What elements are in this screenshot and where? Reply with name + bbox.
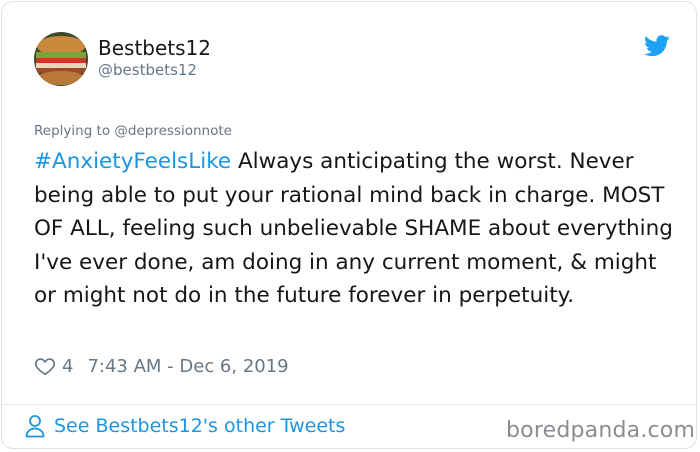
reply-context: Replying to @depressionnote <box>34 123 232 139</box>
like-count: 4 <box>62 355 74 377</box>
user-handle[interactable]: @bestbets12 <box>98 61 197 79</box>
see-more-tweets-link[interactable]: See Bestbets12's other Tweets <box>24 414 345 438</box>
display-name[interactable]: Bestbets12 <box>98 36 211 60</box>
reply-to-link[interactable]: @depressionnote <box>114 123 232 139</box>
hashtag-link[interactable]: #AnxietyFeelsLike <box>34 149 231 174</box>
tweet-card: Bestbets12 @bestbets12 Replying to @depr… <box>1 1 697 449</box>
divider <box>2 404 696 405</box>
person-icon <box>25 415 45 438</box>
timestamp[interactable]: 7:43 AM - Dec 6, 2019 <box>87 356 288 377</box>
avatar[interactable] <box>34 32 88 86</box>
watermark: boredpanda.com <box>506 418 696 443</box>
tweet-meta: 4 7:43 AM - Dec 6, 2019 <box>34 353 289 379</box>
see-more-label: See Bestbets12's other Tweets <box>54 415 346 437</box>
twitter-bird-icon[interactable] <box>644 35 670 57</box>
reply-prefix: Replying to <box>34 123 115 139</box>
tweet-text: #AnxietyFeelsLike Always anticipating th… <box>34 145 684 313</box>
heart-icon[interactable] <box>34 355 56 377</box>
